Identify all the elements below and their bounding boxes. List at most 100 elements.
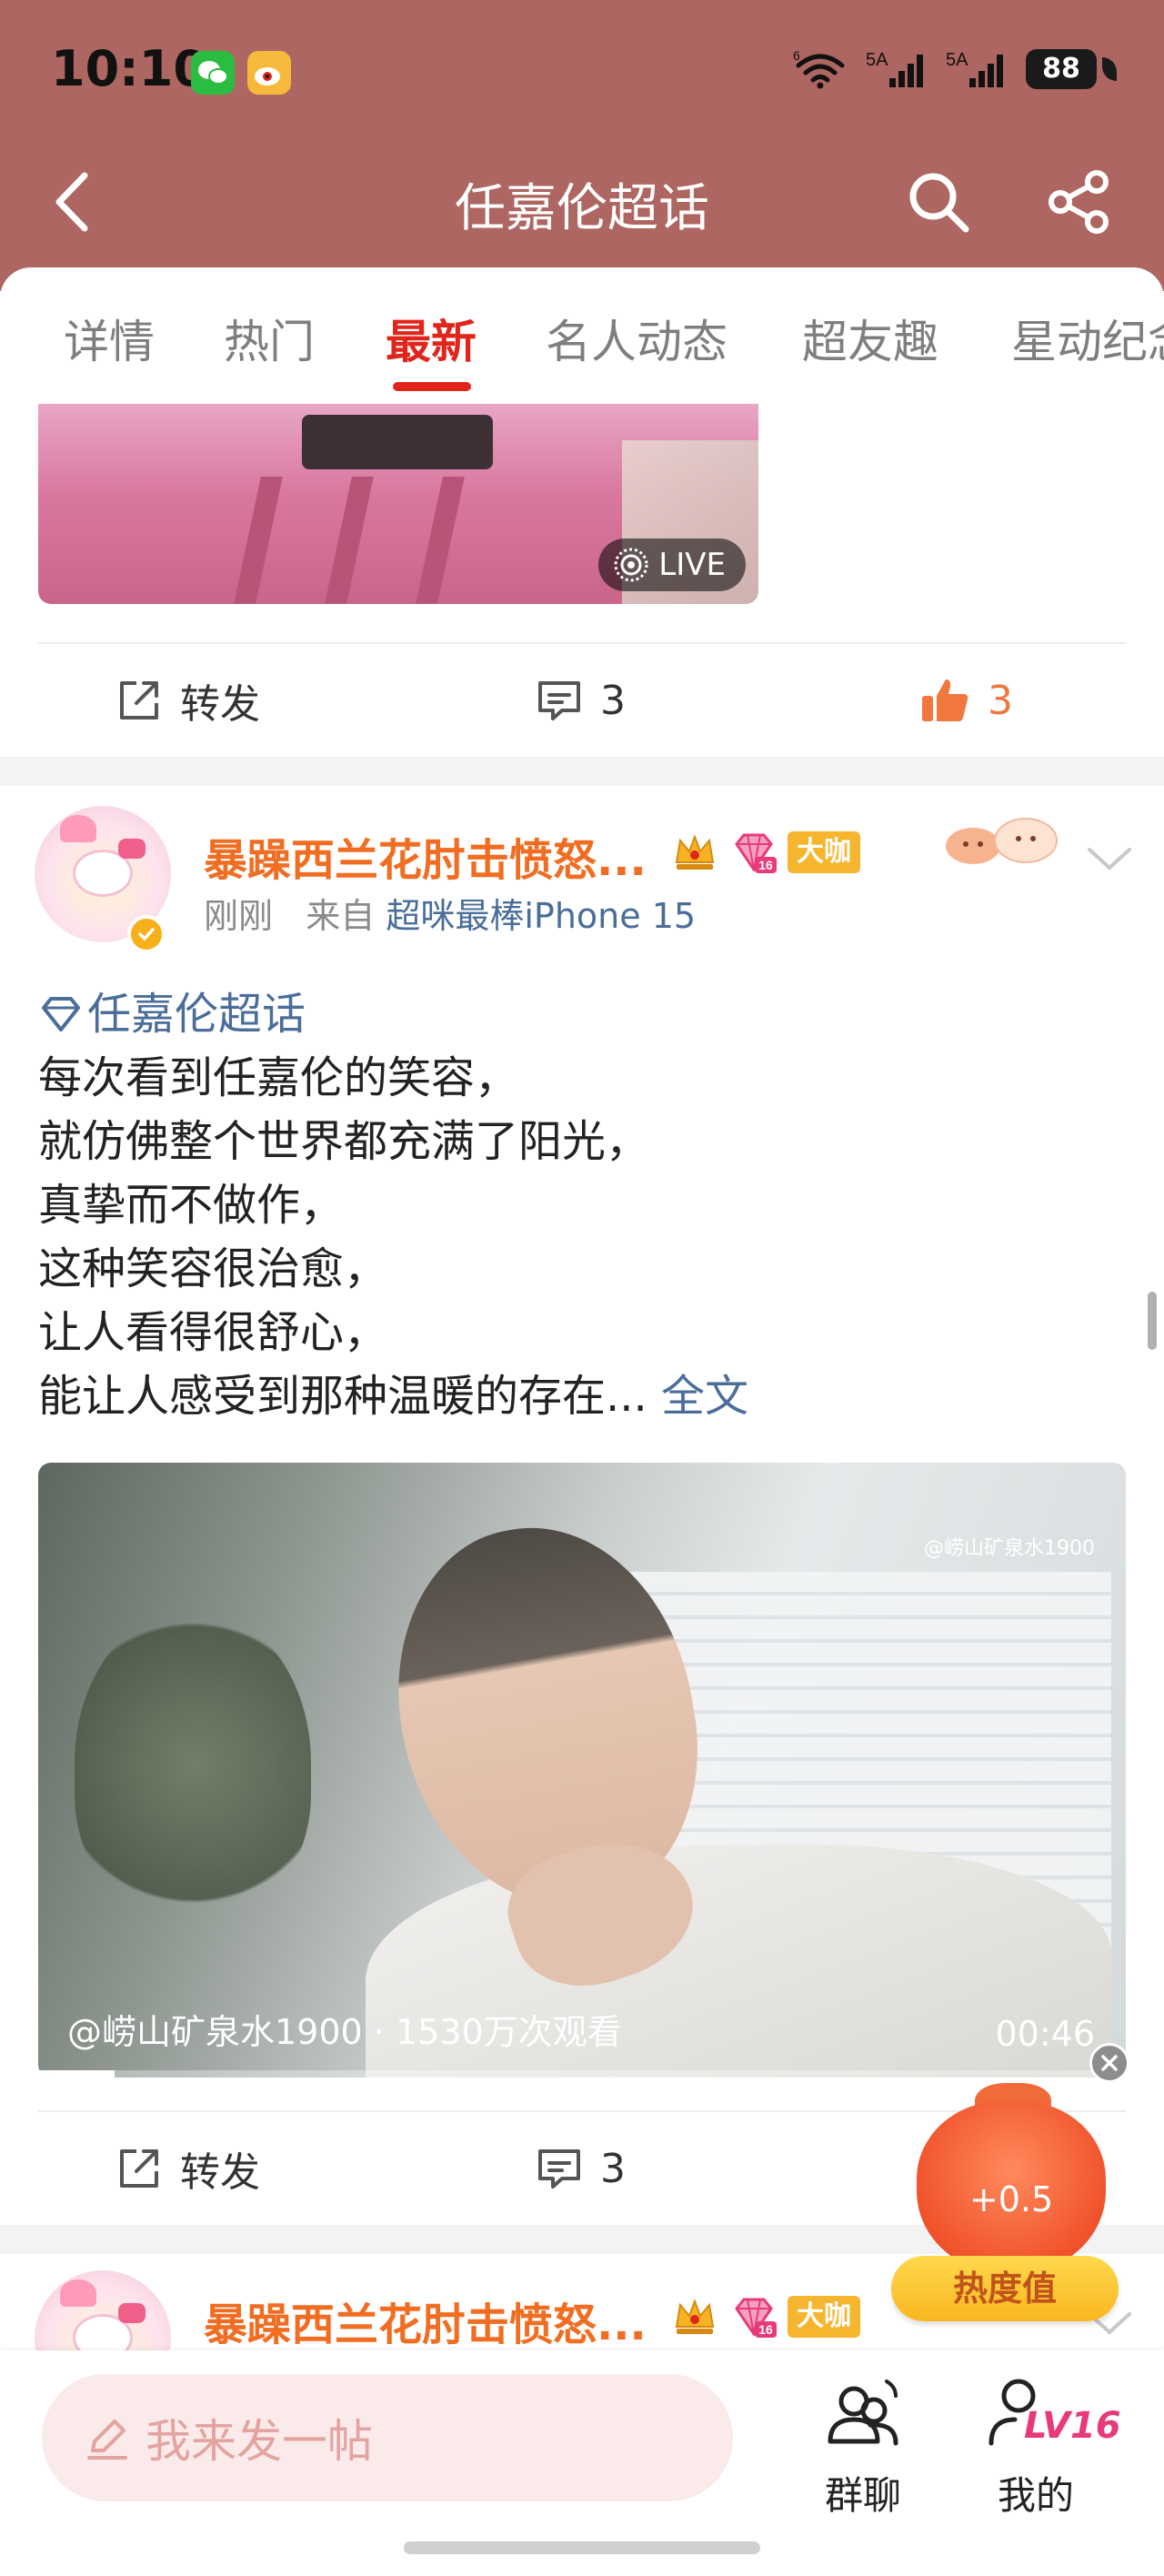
verified-badge-icon bbox=[127, 915, 166, 953]
seat-rib bbox=[325, 477, 374, 604]
device-link[interactable]: 超咪最棒iPhone 15 bbox=[386, 896, 696, 936]
post-separator bbox=[0, 757, 1164, 786]
username[interactable]: 暴躁西兰花肘击愤怒... bbox=[204, 824, 647, 888]
comment-count: 3 bbox=[600, 2145, 626, 2192]
scrollbar[interactable] bbox=[1148, 1292, 1157, 1350]
wifi-gen-label: 6 bbox=[793, 49, 800, 63]
share-button[interactable] bbox=[1040, 164, 1117, 240]
post-text-line: 就仿佛整个世界都充满了阳光， bbox=[38, 1116, 650, 1167]
network-label-1: 5A bbox=[866, 50, 888, 70]
seat-slot bbox=[302, 415, 493, 469]
post1-comment-button[interactable]: 3 bbox=[535, 646, 626, 755]
tab-fan-fun[interactable]: 超友趣 bbox=[802, 306, 938, 371]
daka-badge[interactable]: 大咖 bbox=[788, 2296, 860, 2338]
crown-badge-icon[interactable] bbox=[671, 828, 718, 875]
leaf-icon bbox=[1102, 57, 1117, 81]
signal-icon-1: 5A bbox=[866, 49, 928, 89]
tab-strip: 详情 热门 最新 名人动态 超友趣 星动纪念 bbox=[0, 306, 1164, 378]
page-title: 任嘉伦超话 bbox=[455, 179, 709, 238]
avatar-bow bbox=[118, 2303, 146, 2323]
comment-icon bbox=[538, 681, 580, 720]
group-chat-icon bbox=[828, 2380, 898, 2446]
video-progress-bar[interactable] bbox=[38, 2070, 1126, 2078]
like-count: 3 bbox=[988, 677, 1013, 724]
repost-icon bbox=[120, 2149, 158, 2188]
repost-icon bbox=[120, 681, 158, 719]
full-text-link[interactable]: 全文 bbox=[661, 1371, 748, 1422]
live-photo[interactable]: LIVE bbox=[38, 404, 758, 604]
video-progress-fill bbox=[38, 2070, 115, 2078]
level-badge: LV16 bbox=[1024, 2405, 1121, 2447]
search-icon bbox=[909, 173, 969, 233]
mine-button[interactable]: LV16 我的 bbox=[968, 2369, 1121, 2518]
daka-badge[interactable]: 大咖 bbox=[788, 831, 860, 873]
avatar-cake bbox=[60, 815, 96, 842]
post-text-line: 让人看得很舒心， bbox=[38, 1307, 388, 1358]
post2-repost-button[interactable]: 转发 bbox=[115, 2114, 260, 2223]
battery-level: 88 bbox=[1026, 49, 1097, 89]
gem-level-badge-icon[interactable]: 16 bbox=[729, 2292, 778, 2341]
tab-details[interactable]: 详情 bbox=[64, 306, 155, 371]
diamond-topic-icon bbox=[42, 997, 80, 1031]
wifi-icon: 6 bbox=[793, 49, 848, 89]
close-heat-widget-button[interactable] bbox=[1089, 2043, 1129, 2083]
post-meta: 刚刚 来自 超咪最棒iPhone 15 bbox=[204, 888, 696, 938]
nav-bar: 任嘉伦超话 bbox=[0, 146, 1164, 255]
signal-icon-2: 5A bbox=[946, 49, 1008, 89]
gem-level-badge-icon[interactable]: 16 bbox=[729, 828, 778, 877]
video-info: @崂山矿泉水1900 · 1530万次观看 bbox=[67, 2012, 622, 2052]
post2-header: 暴躁西兰花肘击愤怒... 16 大咖 刚刚 来自 超咪最棒iPhone 15 bbox=[0, 786, 1164, 953]
group-chat-label: 群聊 bbox=[824, 2473, 901, 2518]
topic-label: 任嘉伦超话 bbox=[87, 989, 306, 1040]
header: 10:10 6 5A 5A 88 任嘉伦超话 bbox=[0, 0, 1164, 291]
tab-latest[interactable]: 最新 bbox=[386, 306, 477, 371]
avatar-cake bbox=[60, 2279, 96, 2307]
post1-actions: 转发 3 3 bbox=[0, 646, 1164, 755]
heat-label: 热度值 bbox=[891, 2256, 1119, 2321]
pencil-icon bbox=[87, 2420, 127, 2460]
post2-comment-button[interactable]: 3 bbox=[535, 2114, 626, 2223]
thumbs-up-icon bbox=[922, 679, 968, 721]
battery-indicator: 88 bbox=[1026, 49, 1117, 89]
post-text-line: 这种笑容很治愈， bbox=[38, 1243, 388, 1294]
avatar-bow bbox=[118, 839, 146, 859]
tab-star-memorial[interactable]: 星动纪念 bbox=[1011, 306, 1164, 371]
active-tab-indicator bbox=[393, 382, 471, 391]
cat-decoration-icon bbox=[946, 818, 1058, 864]
heat-value: +0.5 bbox=[968, 2179, 1054, 2219]
bottom-bar: 我来发一帖 群聊 LV16 我的 bbox=[0, 2350, 1164, 2576]
tab-sheet: 详情 热门 最新 名人动态 超友趣 星动纪念 bbox=[0, 267, 1164, 404]
plant-shape bbox=[75, 1608, 311, 1917]
search-button[interactable] bbox=[900, 164, 977, 240]
compose-input[interactable]: 我来发一帖 bbox=[42, 2374, 733, 2501]
video-duration: 00:46 bbox=[995, 2014, 1095, 2054]
post1-repost-button[interactable]: 转发 bbox=[115, 646, 260, 755]
topic-link[interactable]: 任嘉伦超话 bbox=[38, 982, 1129, 1046]
chevron-down-icon[interactable] bbox=[1082, 840, 1137, 877]
tab-hot[interactable]: 热门 bbox=[224, 306, 315, 371]
live-badge: LIVE bbox=[598, 538, 746, 591]
post-text-line: 真挚而不做作， bbox=[38, 1180, 345, 1231]
heat-widget[interactable]: +0.5 热度值 bbox=[891, 2083, 1128, 2329]
group-chat-button[interactable]: 群聊 bbox=[795, 2369, 931, 2518]
feed[interactable]: LIVE 转发 3 3 暴躁西兰花肘击愤怒... 16 大咖 刚刚 来自 超咪最… bbox=[0, 404, 1164, 2350]
post-time: 刚刚 bbox=[204, 896, 274, 936]
status-indicators: 6 5A 5A 88 bbox=[793, 49, 1117, 89]
repost-label: 转发 bbox=[180, 681, 260, 728]
video-watermark: @崂山矿泉水1900 bbox=[924, 1537, 1095, 1560]
crown-badge-icon[interactable] bbox=[671, 2292, 718, 2340]
weibo-notification-icon bbox=[247, 51, 291, 95]
username[interactable]: 暴躁西兰花肘击愤怒... bbox=[204, 2289, 647, 2350]
tab-celebrity-updates[interactable]: 名人动态 bbox=[546, 306, 728, 371]
divider bbox=[38, 642, 1126, 644]
status-bar: 10:10 6 5A 5A 88 bbox=[0, 0, 1164, 146]
share-icon bbox=[1049, 170, 1109, 234]
post1-like-button[interactable]: 3 bbox=[918, 646, 1013, 755]
mine-label: 我的 bbox=[997, 2473, 1074, 2518]
video-player[interactable]: @崂山矿泉水1900 @崂山矿泉水1900 · 1530万次观看 00:46 bbox=[38, 1463, 1126, 2078]
live-label: LIVE bbox=[658, 547, 726, 583]
close-icon bbox=[1101, 2055, 1118, 2071]
post-text-last-line: 能让人感受到那种温暖的存在... 全文 bbox=[38, 1364, 1129, 1428]
from-label: 来自 bbox=[306, 896, 376, 936]
avatar[interactable] bbox=[35, 2270, 171, 2350]
